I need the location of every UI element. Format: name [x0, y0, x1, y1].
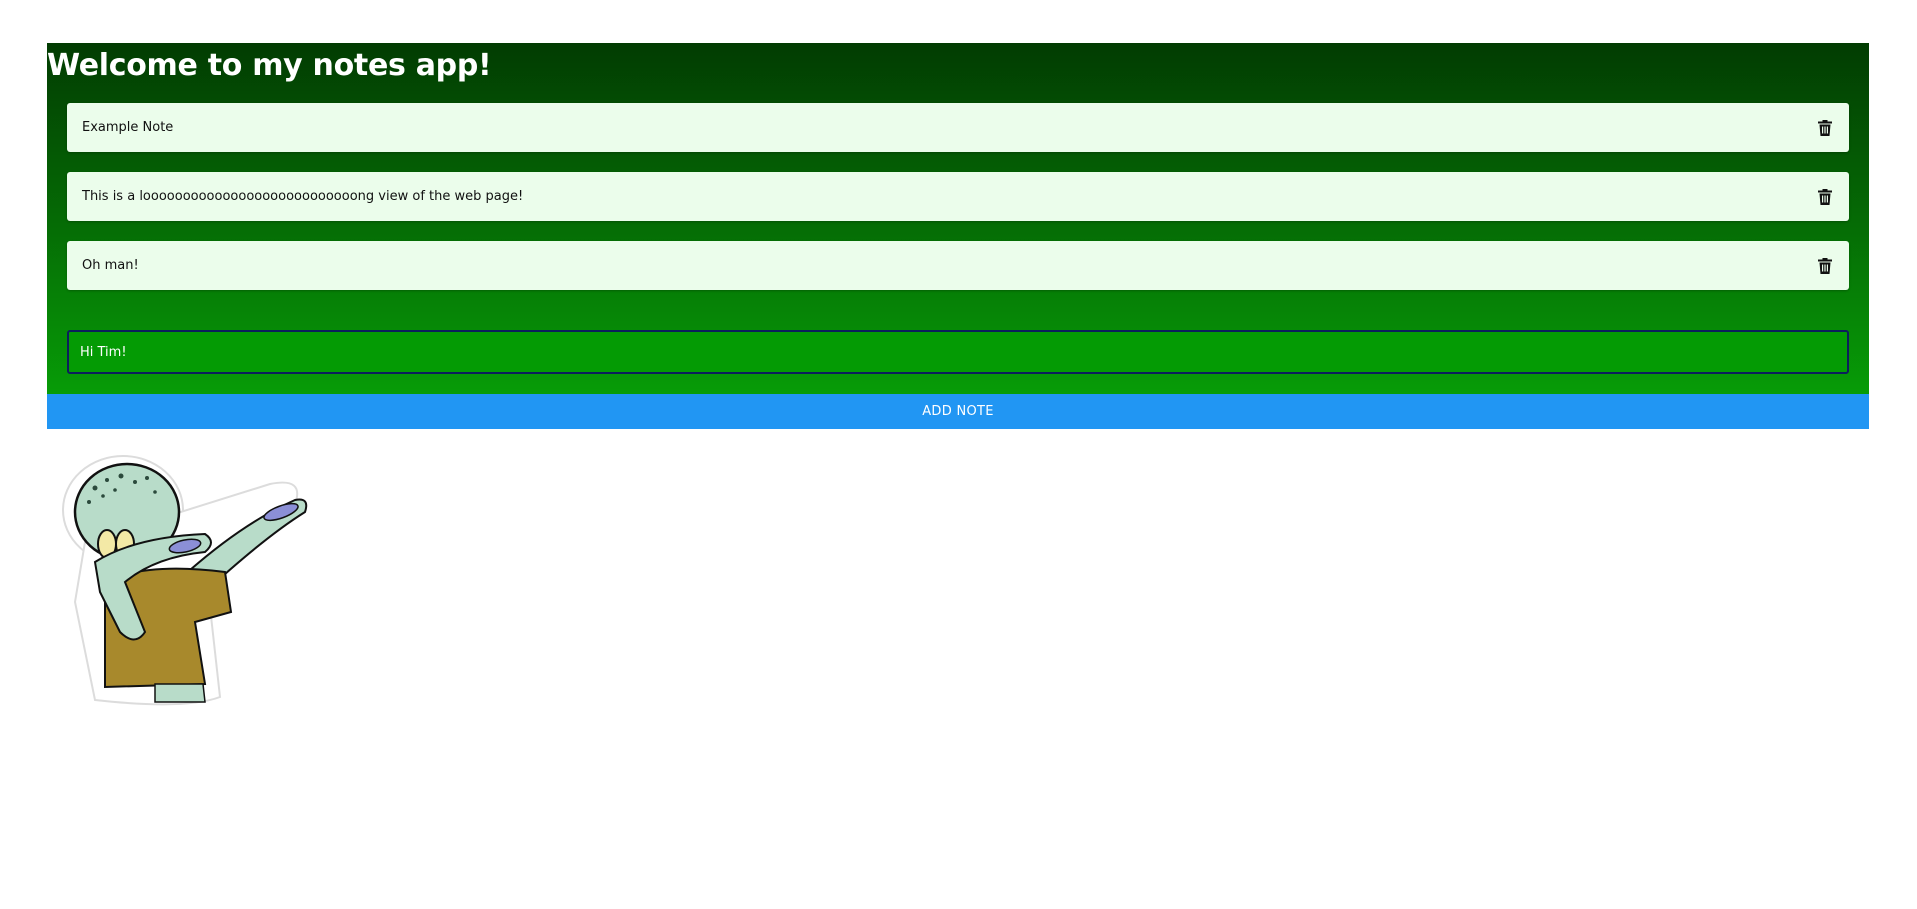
page-title: Welcome to my notes app! [47, 48, 492, 83]
new-note-input[interactable] [67, 330, 1849, 374]
note-text: Oh man! [82, 258, 139, 273]
trash-icon[interactable] [1816, 119, 1834, 137]
notes-app: Welcome to my notes app! Example Note Th… [47, 43, 1869, 429]
notes-panel: Welcome to my notes app! Example Note Th… [47, 43, 1869, 394]
dabbing-squid-sticker-icon [55, 452, 345, 707]
notes-list: Example Note This is a loooooooooooooooo… [67, 103, 1849, 310]
note-item: Example Note [67, 103, 1849, 152]
note-text: Example Note [82, 120, 174, 135]
note-text: This is a looooooooooooooooooooooooooong… [82, 189, 524, 204]
trash-icon[interactable] [1816, 257, 1834, 275]
trash-icon[interactable] [1816, 188, 1834, 206]
note-item: This is a looooooooooooooooooooooooooong… [67, 172, 1849, 221]
note-item: Oh man! [67, 241, 1849, 290]
add-note-button[interactable]: ADD NOTE [47, 394, 1869, 429]
new-note-form [67, 330, 1849, 374]
